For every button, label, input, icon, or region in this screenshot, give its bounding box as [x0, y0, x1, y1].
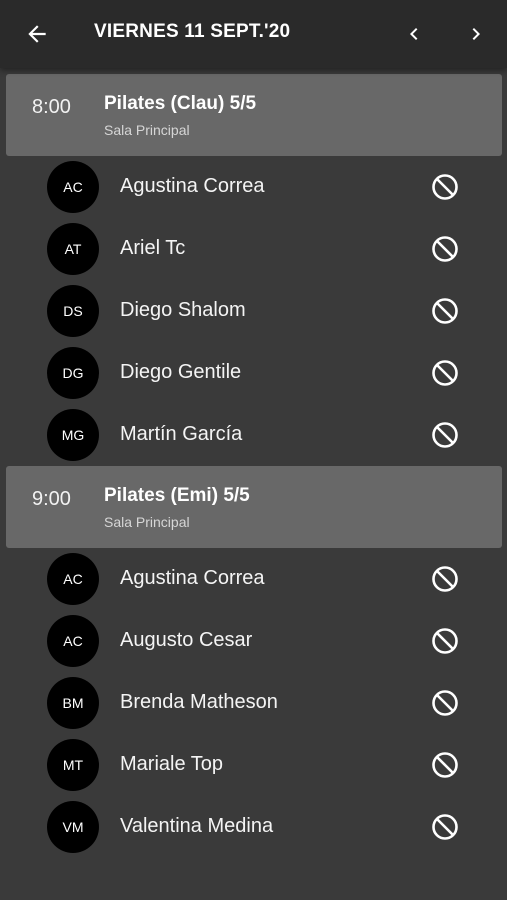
session-time: 9:00: [32, 488, 71, 510]
attendee-row: AC Augusto Cesar: [0, 610, 507, 672]
chevron-left-icon: [410, 28, 418, 40]
session-title: Pilates (Emi) 5/5: [104, 485, 250, 506]
block-icon: [432, 360, 458, 386]
session-room: Sala Principal: [104, 122, 190, 138]
attendee-name: Agustina Correa: [120, 567, 265, 589]
avatar: DS: [47, 285, 99, 337]
block-icon: [432, 298, 458, 324]
cancel-booking-button[interactable]: [428, 686, 462, 720]
next-day-button[interactable]: [456, 14, 496, 54]
cancel-booking-button[interactable]: [428, 624, 462, 658]
avatar: DG: [47, 347, 99, 399]
cancel-booking-button[interactable]: [428, 810, 462, 844]
schedule-list: 8:00 Pilates (Clau) 5/5 Sala Principal A…: [0, 74, 507, 858]
block-icon: [432, 690, 458, 716]
avatar: VM: [47, 801, 99, 853]
attendee-row: VM Valentina Medina: [0, 796, 507, 858]
attendee-name: Diego Shalom: [120, 299, 246, 321]
avatar: AC: [47, 553, 99, 605]
cancel-booking-button[interactable]: [428, 294, 462, 328]
avatar: MT: [47, 739, 99, 791]
block-icon: [432, 752, 458, 778]
block-icon: [432, 174, 458, 200]
attendee-name: Ariel Tc: [120, 237, 186, 259]
attendee-row: MT Mariale Top: [0, 734, 507, 796]
block-icon: [432, 566, 458, 592]
avatar: AC: [47, 161, 99, 213]
cancel-booking-button[interactable]: [428, 170, 462, 204]
session-header[interactable]: 9:00 Pilates (Emi) 5/5 Sala Principal: [6, 466, 502, 548]
attendee-row: AT Ariel Tc: [0, 218, 507, 280]
session-room: Sala Principal: [104, 514, 190, 530]
block-icon: [432, 422, 458, 448]
cancel-booking-button[interactable]: [428, 562, 462, 596]
block-icon: [432, 236, 458, 262]
block-icon: [432, 628, 458, 654]
attendee-name: Augusto Cesar: [120, 629, 253, 651]
top-app-bar: VIERNES 11 SEPT.'20: [0, 0, 507, 68]
cancel-booking-button[interactable]: [428, 418, 462, 452]
cancel-booking-button[interactable]: [428, 356, 462, 390]
attendee-name: Valentina Medina: [120, 815, 274, 837]
attendee-name: Mariale Top: [120, 753, 224, 775]
cancel-booking-button[interactable]: [428, 748, 462, 782]
attendee-row: MG Martín García: [0, 404, 507, 466]
attendee-row: AC Agustina Correa: [0, 548, 507, 610]
avatar: BM: [47, 677, 99, 729]
attendee-name: Martín García: [120, 423, 243, 445]
session-time: 8:00: [32, 96, 71, 118]
avatar: AT: [47, 223, 99, 275]
page-title: VIERNES 11 SEPT.'20: [94, 21, 291, 42]
session-title: Pilates (Clau) 5/5: [104, 93, 257, 114]
block-icon: [432, 814, 458, 840]
arrow-left-icon: [28, 25, 46, 43]
back-button[interactable]: [17, 14, 57, 54]
attendee-name: Agustina Correa: [120, 175, 265, 197]
attendee-row: DG Diego Gentile: [0, 342, 507, 404]
attendee-name: Brenda Matheson: [120, 691, 278, 713]
avatar: MG: [47, 409, 99, 461]
cancel-booking-button[interactable]: [428, 232, 462, 266]
previous-day-button[interactable]: [394, 14, 434, 54]
attendee-row: AC Agustina Correa: [0, 156, 507, 218]
avatar: AC: [47, 615, 99, 667]
session-header[interactable]: 8:00 Pilates (Clau) 5/5 Sala Principal: [6, 74, 502, 156]
attendee-row: BM Brenda Matheson: [0, 672, 507, 734]
chevron-right-icon: [472, 28, 480, 40]
attendee-name: Diego Gentile: [120, 361, 242, 383]
attendee-row: DS Diego Shalom: [0, 280, 507, 342]
